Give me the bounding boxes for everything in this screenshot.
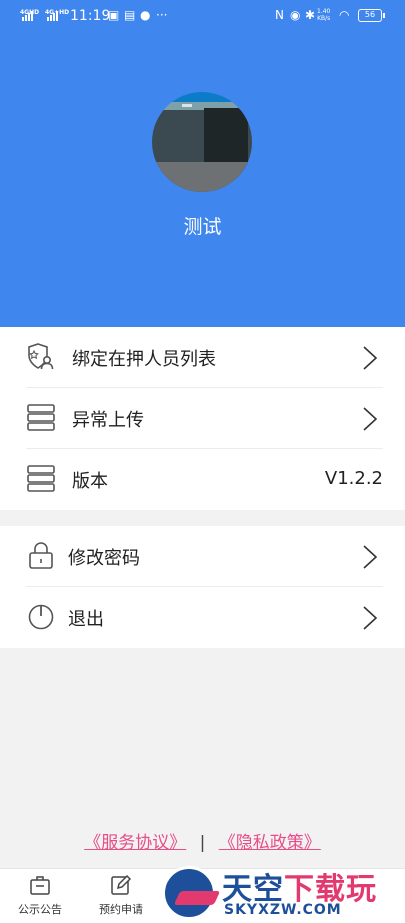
logout-label: 退出 bbox=[68, 609, 104, 630]
avatar[interactable] bbox=[152, 92, 252, 192]
chevron-right-icon bbox=[363, 346, 378, 370]
version-value: V1.2.2 bbox=[324, 468, 383, 489]
link-separator: | bbox=[199, 833, 206, 853]
server-icon bbox=[27, 465, 55, 492]
edit-icon bbox=[111, 874, 132, 895]
watermark-logo: 天空下载玩 SKYXZW.COM bbox=[158, 864, 405, 923]
tab-appointment-label: 预约申请 bbox=[99, 903, 143, 916]
change-password-label: 修改密码 bbox=[68, 548, 140, 569]
server-icon bbox=[27, 404, 55, 431]
wifi-icon: ◠ bbox=[339, 8, 350, 22]
menu-group-main: 绑定在押人员列表 异常上传 版本 V1.2.2 bbox=[0, 327, 405, 510]
menu-item-change-password[interactable]: 修改密码 bbox=[0, 526, 405, 587]
app-notification-icon: ▣ bbox=[108, 8, 120, 22]
power-icon bbox=[28, 604, 54, 630]
location-icon: ◉ bbox=[290, 8, 301, 22]
book-icon: ▤ bbox=[124, 8, 136, 22]
briefcase-icon bbox=[30, 876, 50, 895]
service-agreement-link[interactable]: 《服务协议》 bbox=[84, 833, 186, 853]
signal-icon bbox=[22, 10, 36, 21]
agreement-links: 《服务协议》 | 《隐私政策》 bbox=[0, 828, 405, 853]
message-icon: ● bbox=[140, 8, 151, 22]
menu-item-logout[interactable]: 退出 bbox=[0, 587, 405, 648]
version-label: 版本 bbox=[72, 471, 108, 492]
shield-person-icon bbox=[28, 343, 54, 370]
signal-icon bbox=[47, 10, 61, 21]
menu-item-version: 版本 V1.2.2 bbox=[0, 449, 405, 510]
chevron-right-icon bbox=[363, 606, 378, 630]
network-speed: 1.40 KB/s bbox=[317, 8, 331, 22]
tab-announcements[interactable]: 公示公告 bbox=[5, 873, 75, 917]
menu-group-account: 修改密码 退出 bbox=[0, 526, 405, 648]
menu-item-upload-errors[interactable]: 异常上传 bbox=[0, 388, 405, 449]
lock-icon bbox=[29, 542, 53, 569]
upload-errors-label: 异常上传 bbox=[72, 410, 144, 431]
status-bar: 4GHD 4G+HD 11:19 ▣ ▤ ● ··· N ◉ ✱ 1.40KB/… bbox=[0, 0, 405, 32]
nfc-icon: N bbox=[275, 8, 284, 22]
battery-icon: 56 bbox=[358, 9, 385, 22]
chevron-right-icon bbox=[363, 545, 378, 569]
menu-item-bind-list[interactable]: 绑定在押人员列表 bbox=[0, 327, 405, 388]
more-icon: ··· bbox=[156, 8, 168, 22]
clock: 11:19 bbox=[70, 8, 111, 24]
bind-list-label: 绑定在押人员列表 bbox=[72, 349, 216, 370]
privacy-policy-link[interactable]: 《隐私政策》 bbox=[219, 833, 321, 853]
watermark-emblem bbox=[162, 866, 221, 920]
username: 测试 bbox=[183, 216, 222, 238]
profile-header: 测试 bbox=[0, 32, 405, 327]
watermark-subtitle: SKYXZW.COM bbox=[224, 902, 342, 918]
tab-appointment[interactable]: 预约申请 bbox=[86, 873, 156, 917]
bluetooth-icon: ✱ bbox=[305, 8, 316, 22]
tab-announcements-label: 公示公告 bbox=[18, 903, 62, 916]
chevron-right-icon bbox=[363, 407, 378, 431]
